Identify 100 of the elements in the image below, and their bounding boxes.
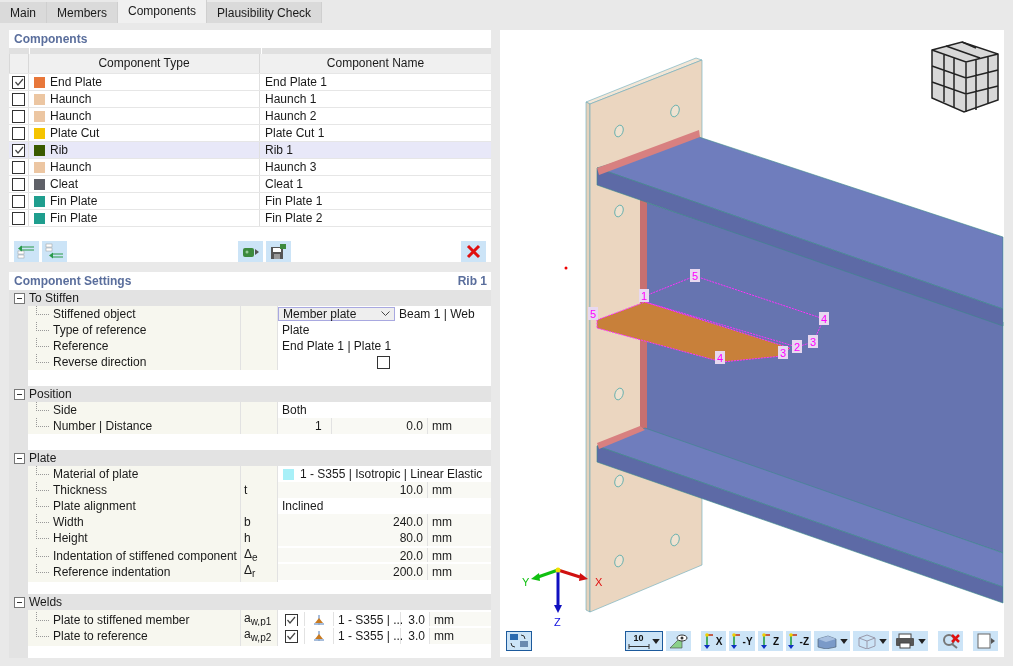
magnifier-cross-icon xyxy=(940,633,961,649)
collapse-icon[interactable] xyxy=(14,388,25,400)
bolt-hole xyxy=(670,533,680,547)
value-text: Both xyxy=(281,403,307,417)
group-title: To Stiffen xyxy=(29,290,79,306)
table-row[interactable]: Rib Rib 1 xyxy=(9,142,491,159)
node-label: 4 xyxy=(819,312,829,325)
collapse-icon[interactable] xyxy=(14,292,25,304)
group-title: Position xyxy=(29,386,72,402)
table-row[interactable]: Fin Plate Fin Plate 1 xyxy=(9,193,491,210)
table-row[interactable]: Haunch Haunch 1 xyxy=(9,91,491,108)
tab[interactable]: Plausibility Check xyxy=(207,2,323,23)
value-text: End Plate 1 | Plate 1 xyxy=(281,339,392,353)
delete-button[interactable] xyxy=(461,241,486,262)
collapse-icon[interactable] xyxy=(14,596,25,608)
print-button[interactable] xyxy=(892,631,928,651)
column-header: Component Name xyxy=(259,54,491,73)
bolt-hole xyxy=(614,204,624,218)
list-arrow-icon xyxy=(17,243,36,260)
scale-button[interactable]: 10 xyxy=(624,631,663,651)
checkbox[interactable] xyxy=(12,75,25,89)
axis-label: X xyxy=(595,576,603,588)
tab[interactable]: Members xyxy=(47,2,119,23)
view-sync-button[interactable] xyxy=(506,631,532,651)
axis-icon xyxy=(761,633,771,649)
table-row[interactable]: Haunch Haunch 3 xyxy=(9,159,491,176)
checkbox[interactable] xyxy=(12,92,25,106)
bolt-hole xyxy=(614,474,624,488)
tab[interactable]: Components xyxy=(118,0,208,23)
table-row[interactable]: Haunch Haunch 2 xyxy=(9,108,491,125)
caret-icon xyxy=(918,638,926,644)
export-button[interactable] xyxy=(237,241,263,262)
point-marker xyxy=(564,266,568,270)
dropdown[interactable]: Member plate xyxy=(278,307,395,321)
view-button[interactable]: Z xyxy=(757,631,783,651)
checkbox[interactable] xyxy=(12,194,25,208)
panel-subtitle: Rib 1 xyxy=(457,273,487,290)
triangle-eye-icon xyxy=(668,633,689,649)
number-value: 1 xyxy=(278,418,332,434)
panel-title: Components xyxy=(13,31,89,48)
save-button[interactable] xyxy=(265,241,291,262)
axis-triad-drawing xyxy=(531,567,588,613)
property-label: Side xyxy=(28,402,241,418)
view-button[interactable]: X xyxy=(700,631,726,651)
ruler-icon xyxy=(627,643,650,649)
value-text: Plate xyxy=(281,323,310,337)
view-button[interactable]: -Y xyxy=(728,631,755,651)
view-button[interactable]: -Z xyxy=(785,631,811,651)
table-row[interactable]: Fin Plate Fin Plate 2 xyxy=(9,210,491,227)
windows-icon xyxy=(509,633,529,649)
solid-block-icon xyxy=(816,633,838,649)
checkbox[interactable] xyxy=(377,355,390,369)
checkbox[interactable] xyxy=(12,177,25,191)
visibility-button[interactable] xyxy=(665,631,691,651)
checkbox[interactable] xyxy=(12,126,25,140)
bolt-hole xyxy=(670,104,680,118)
column-header: Component Type xyxy=(28,54,259,73)
node-label: 3 xyxy=(778,346,788,359)
table-cell: Cleat 1 xyxy=(259,176,491,192)
table-cell: Haunch xyxy=(50,108,92,124)
axis-icon xyxy=(787,633,798,649)
symbol-cell: h xyxy=(241,530,278,546)
unit-label: mm xyxy=(428,530,491,546)
unit-label: mm xyxy=(428,418,491,434)
panel-toggle-button[interactable] xyxy=(973,631,998,651)
axis-label: Z xyxy=(554,616,561,628)
checkbox[interactable] xyxy=(12,211,25,225)
symbol-cell xyxy=(241,418,278,434)
checkbox[interactable] xyxy=(12,160,25,174)
table-cell: Fin Plate 2 xyxy=(259,210,491,226)
bolt-hole xyxy=(614,124,624,138)
checkbox[interactable] xyxy=(12,143,25,157)
group-title: Plate xyxy=(29,450,57,466)
table-cell: Plate Cut xyxy=(50,125,100,141)
checkbox[interactable] xyxy=(284,629,298,643)
symbol-cell: Δ$_{r}$ xyxy=(241,562,278,583)
display-button[interactable] xyxy=(853,631,889,651)
table-cell: Haunch xyxy=(50,159,92,175)
value-text: 1 - S355 | ... xyxy=(334,628,401,645)
node-label: 5 xyxy=(690,269,700,282)
table-row[interactable]: End Plate End Plate 1 xyxy=(9,74,491,91)
navigation-cube-icon xyxy=(931,41,999,113)
property-label: Material of plate xyxy=(28,466,241,482)
clear-selection-button[interactable] xyxy=(938,631,963,651)
number-value: 240.0 xyxy=(278,514,428,530)
axis-label: Y xyxy=(522,576,530,588)
number-value: 200.0 xyxy=(278,564,428,581)
table-row[interactable]: Cleat Cleat 1 xyxy=(9,176,491,193)
tab[interactable]: Main xyxy=(0,2,47,23)
table-cell: Rib 1 xyxy=(259,142,491,158)
collapse-icon[interactable] xyxy=(14,452,25,464)
checkbox[interactable] xyxy=(284,613,298,627)
caret-icon xyxy=(879,638,887,644)
chevron-icon xyxy=(381,311,390,317)
render-button[interactable] xyxy=(814,631,850,651)
value-text: Inclined xyxy=(281,499,324,513)
caret-icon xyxy=(840,638,848,644)
table-cell: Haunch xyxy=(50,91,92,107)
unit-label: mm xyxy=(428,514,491,530)
checkbox[interactable] xyxy=(12,109,25,123)
